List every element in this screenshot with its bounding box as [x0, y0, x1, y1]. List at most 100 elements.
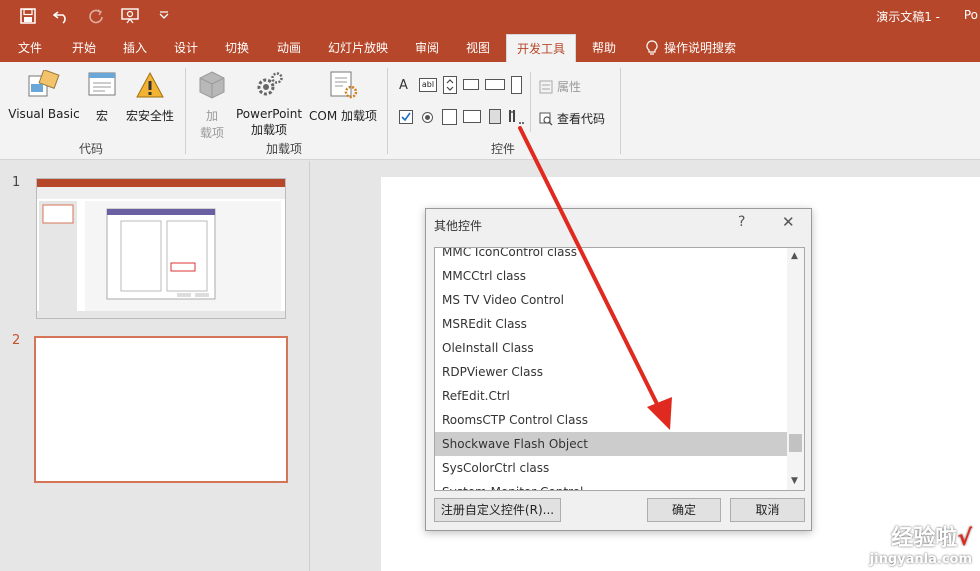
view-code-icon [539, 112, 553, 125]
controls-divider [530, 72, 531, 132]
addins-label-line1: 加 [205, 109, 218, 123]
slide-thumbnail-1[interactable] [36, 178, 286, 319]
redo-icon[interactable] [86, 6, 106, 26]
view-code-label: 查看代码 [557, 112, 606, 126]
addins-label-line2: 载项 [199, 126, 224, 140]
spin-button-control-icon[interactable] [443, 76, 457, 94]
option-button-control-icon[interactable] [422, 112, 433, 123]
quick-access-toolbar [18, 6, 174, 26]
textbox-control-icon[interactable]: abl [419, 78, 437, 92]
more-controls-dialog: 其他控件 ? ✕ MMC IconControl class MMCCtrl c… [425, 208, 812, 531]
visual-basic-icon [28, 69, 60, 97]
group-divider [185, 68, 186, 154]
document-title: 演示文稿1 - [876, 8, 940, 25]
watermark: 经验啦√ jingyanla.com [870, 520, 972, 567]
tab-design[interactable]: 设计 [168, 34, 204, 62]
powerpoint-addins-button[interactable]: PowerPoint 加载项 [236, 70, 302, 138]
lightbulb-icon [646, 40, 658, 55]
scroll-up-icon[interactable]: ▲ [791, 251, 798, 261]
close-button[interactable]: ✕ [782, 213, 795, 231]
macro-security-label: 宏安全性 [125, 109, 174, 123]
scroll-down-icon[interactable]: ▼ [791, 476, 798, 486]
tab-file[interactable]: 文件 [12, 34, 48, 62]
properties-icon [539, 80, 553, 93]
visual-basic-button[interactable]: Visual Basic [8, 69, 80, 121]
list-item[interactable]: MS TV Video Control [435, 288, 787, 312]
com-addins-label: COM 加载项 [309, 109, 377, 123]
cancel-button[interactable]: 取消 [730, 498, 805, 522]
listbox-control-icon[interactable] [442, 109, 457, 125]
save-icon[interactable] [18, 6, 38, 26]
tab-insert[interactable]: 插入 [117, 34, 153, 62]
command-button-control-icon[interactable] [463, 79, 479, 90]
scrollbar-control-icon[interactable] [511, 76, 522, 94]
tab-view[interactable]: 视图 [460, 34, 496, 62]
list-scrollbar[interactable]: ▲ ▼ [787, 248, 804, 490]
group-divider [620, 68, 621, 154]
macros-icon [88, 72, 116, 96]
tab-transitions[interactable]: 切换 [219, 34, 255, 62]
tell-me-search[interactable]: 操作说明搜索 [640, 34, 742, 62]
properties-button[interactable]: 属性 [539, 78, 581, 95]
list-item-selected[interactable]: Shockwave Flash Object [435, 432, 787, 456]
ribbon: Visual Basic 宏 宏安全性 代码 加 载项 PowerPoint 加… [0, 62, 980, 160]
tab-home[interactable]: 开始 [66, 34, 102, 62]
dialog-title: 其他控件 [434, 219, 483, 233]
watermark-text: 经验啦 [891, 526, 958, 551]
more-controls-icon[interactable] [507, 108, 525, 126]
title-dash: - [935, 10, 940, 24]
list-item[interactable]: RoomsCTP Control Class [435, 408, 787, 432]
ok-button[interactable]: 确定 [647, 498, 721, 522]
com-addins-button[interactable]: COM 加载项 [306, 70, 380, 124]
tab-slideshow[interactable]: 幻灯片放映 [322, 34, 394, 62]
image-control-icon[interactable] [485, 79, 505, 90]
macro-security-button[interactable]: 宏安全性 [122, 70, 178, 124]
watermark-url: jingyanla.com [869, 552, 972, 567]
tab-help[interactable]: 帮助 [586, 34, 622, 62]
toggle-button-control-icon[interactable] [489, 109, 501, 124]
checkbox-control-icon[interactable] [399, 110, 413, 124]
macros-label: 宏 [95, 109, 108, 123]
undo-icon[interactable] [52, 6, 72, 26]
warning-icon [136, 71, 164, 98]
list-item[interactable]: System Monitor Control [435, 480, 787, 490]
addins-group-label: 加载项 [266, 142, 303, 156]
addins-cube-icon [199, 71, 225, 99]
list-item[interactable]: OleInstall Class [435, 336, 787, 360]
powerpoint-addins-label-line2: 加载项 [250, 123, 287, 137]
label-control-icon[interactable]: A [399, 78, 408, 93]
combobox-control-icon[interactable] [463, 110, 481, 123]
properties-label: 属性 [557, 80, 582, 94]
code-group-label: 代码 [79, 142, 104, 156]
scroll-thumb[interactable] [789, 434, 802, 452]
list-item[interactable]: MMCCtrl class [435, 264, 787, 288]
tab-review[interactable]: 审阅 [409, 34, 445, 62]
visual-basic-label: Visual Basic [8, 107, 80, 121]
powerpoint-addins-label-line1: PowerPoint [236, 107, 303, 121]
list-item[interactable]: MMC IconControl class [435, 248, 787, 264]
help-button[interactable]: ? [738, 214, 745, 230]
addins-button[interactable]: 加 载项 [194, 70, 230, 141]
slideshow-icon[interactable] [120, 6, 140, 26]
slide-thumbnails-pane: 1 2 [0, 161, 310, 571]
list-item[interactable]: RefEdit.Ctrl [435, 384, 787, 408]
com-addins-icon [330, 71, 358, 99]
list-item[interactable]: SysColorCtrl class [435, 456, 787, 480]
view-code-button[interactable]: 查看代码 [539, 110, 605, 127]
list-item[interactable]: MSREdit Class [435, 312, 787, 336]
gear-icon [257, 72, 283, 96]
register-custom-control-button[interactable]: 注册自定义控件(R)... [434, 498, 561, 522]
macros-button[interactable]: 宏 [86, 70, 118, 124]
customize-icon[interactable] [154, 6, 174, 26]
slide-thumbnail-2[interactable] [34, 336, 288, 483]
slide-number: 1 [12, 175, 21, 190]
tab-developer[interactable]: 开发工具 [506, 34, 576, 64]
controls-listbox[interactable]: MMC IconControl class MMCCtrl class MS T… [434, 247, 805, 491]
title-bar: 演示文稿1 - Po [0, 0, 980, 34]
document-name: 演示文稿1 [876, 10, 932, 24]
watermark-check: √ [957, 526, 972, 551]
list-item[interactable]: RDPViewer Class [435, 360, 787, 384]
app-title: Po [963, 8, 978, 22]
tell-me-label: 操作说明搜索 [664, 41, 737, 55]
tab-animations[interactable]: 动画 [271, 34, 307, 62]
